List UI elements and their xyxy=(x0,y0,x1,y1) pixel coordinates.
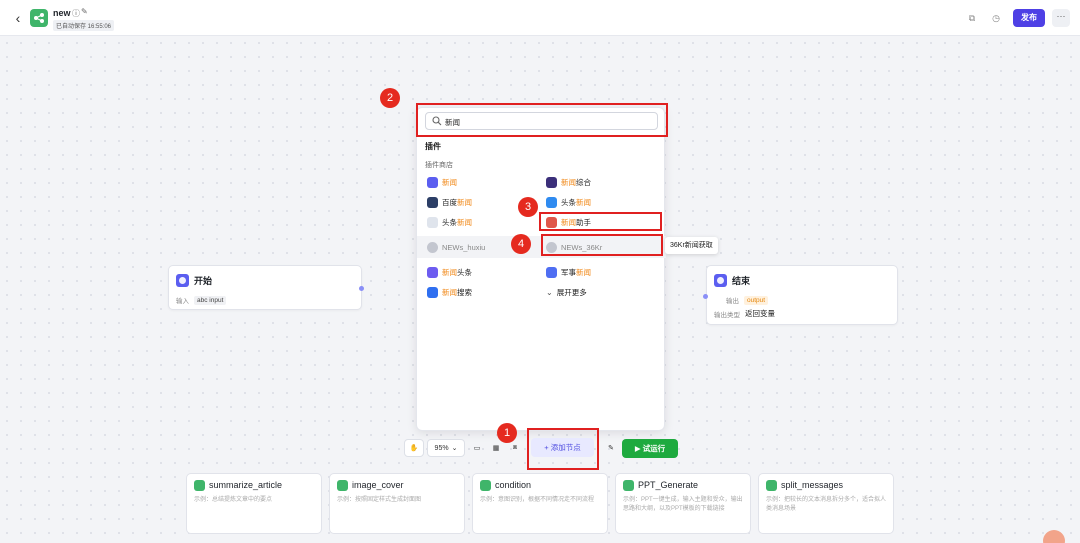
info-icon[interactable]: ⓘ xyxy=(72,8,80,19)
plugin-item[interactable]: 军事 新闻 xyxy=(546,265,591,279)
annotation-badge-2: 2 xyxy=(380,88,400,108)
start-node[interactable]: 开始 输入 abc input xyxy=(168,265,362,310)
workflow-icon xyxy=(766,480,777,491)
template-card[interactable]: split_messages 示例：把较长的文本消息拆分多个，适合拟人类消息场景 xyxy=(758,473,894,534)
plugin-item[interactable]: 新闻 综合 xyxy=(546,175,591,189)
plugin-item[interactable]: 百度 新闻 xyxy=(427,195,472,209)
start-input-label: 输入 xyxy=(176,298,189,305)
workflow-app-icon xyxy=(30,9,48,27)
annotation-badge-4: 4 xyxy=(511,234,531,254)
annotation-box-news-36kr xyxy=(541,234,663,256)
pen-icon[interactable]: ✎ xyxy=(603,439,619,457)
copy-icon[interactable]: ⧉ xyxy=(966,12,978,24)
publish-button[interactable]: 发布 xyxy=(1013,9,1045,27)
plugin-icon xyxy=(546,196,557,208)
chevron-down-icon: ⌄ xyxy=(451,445,458,452)
end-input-port[interactable] xyxy=(703,294,708,299)
plugins-section-title: 插件 xyxy=(425,142,441,151)
template-card[interactable]: summarize_article 示例：总结提炼文章中的要点 xyxy=(186,473,322,534)
history-clock-icon[interactable]: ◷ xyxy=(990,12,1002,24)
workflow-icon xyxy=(480,480,491,491)
start-node-title: 开始 xyxy=(194,275,213,286)
plugin-icon xyxy=(427,176,438,188)
template-card[interactable]: PPT_Generate 示例：PPT一键生成，输入主题和受众，输出思路和大纲，… xyxy=(615,473,751,534)
pointer-mode-button[interactable]: ✋ xyxy=(404,439,424,457)
end-node[interactable]: 结束 输出 output 输出类型 返回变量 xyxy=(706,265,898,325)
end-node-title: 结束 xyxy=(732,275,751,286)
plugin-icon xyxy=(546,176,557,188)
plugin-store-title: 插件商店 xyxy=(425,162,453,169)
zoom-select[interactable]: 95% ⌄ xyxy=(427,439,465,457)
plugin-icon xyxy=(427,286,438,298)
plugin-item[interactable]: 新闻 头条 xyxy=(427,265,472,279)
add-node-panel: 新闻 插件 插件商店 新闻 新闻 综合 百度 新闻 头条 新闻 头条 新闻 新闻 助手 N… xyxy=(416,107,666,431)
top-bar: ‹ new ⓘ ✎ 已自动保存 16:55:06 ⧉ ◷ 发布 ··· xyxy=(0,0,1080,36)
annotation-badge-3: 3 xyxy=(518,197,538,217)
start-node-icon xyxy=(176,273,189,287)
plugin-item[interactable]: 头条 新闻 xyxy=(427,215,472,229)
end-output-type-label: 输出类型 xyxy=(714,311,740,319)
plugin-tooltip: 36Kr新闻获取 xyxy=(665,237,718,254)
more-options-button[interactable]: ··· xyxy=(1052,9,1070,27)
plugin-item[interactable]: 新闻 xyxy=(427,175,457,189)
back-chevron-left-icon[interactable]: ‹ xyxy=(10,10,26,26)
workflow-icon xyxy=(337,480,348,491)
end-node-icon xyxy=(714,273,727,287)
plugin-icon xyxy=(546,266,557,278)
annotation-box-add-node xyxy=(527,428,599,470)
end-output-label: 输出 xyxy=(726,298,739,305)
workflow-icon xyxy=(623,480,634,491)
comment-icon[interactable]: ▭ xyxy=(469,439,485,457)
start-input-tag: abc input xyxy=(194,295,227,305)
plugin-icon xyxy=(427,266,438,278)
workflow-icon xyxy=(194,480,205,491)
annotation-box-search xyxy=(416,103,668,137)
plugin-item[interactable]: 头条 新闻 xyxy=(546,195,591,209)
plugin-item[interactable]: 新闻 搜索 xyxy=(427,285,472,299)
expand-more-button[interactable]: ⌄ 展开更多 xyxy=(546,285,587,299)
template-card[interactable]: image_cover 示例：按照固定样式生成封面图 xyxy=(329,473,465,534)
app-name: new xyxy=(53,8,71,18)
plugin-icon xyxy=(427,196,438,208)
end-output-tag: output xyxy=(744,295,769,305)
plugin-icon xyxy=(427,241,438,253)
annotation-box-news-assistant xyxy=(539,212,662,231)
edit-icon[interactable]: ✎ xyxy=(81,7,88,16)
autosave-status: 已自动保存 16:55:06 xyxy=(53,20,115,31)
annotation-badge-1: 1 xyxy=(497,423,517,443)
test-run-button[interactable]: ▶ 试运行 xyxy=(622,439,678,458)
plugin-icon xyxy=(427,216,438,228)
end-output-type-value: 返回变量 xyxy=(745,309,775,318)
chevron-down-icon: ⌄ xyxy=(546,287,553,297)
template-card[interactable]: condition 示例：意图识别，根据不同情况走不同流程 xyxy=(472,473,608,534)
hand-icon: ✋ xyxy=(409,445,419,452)
zoom-value: 95% xyxy=(434,444,449,452)
start-output-port[interactable] xyxy=(359,286,364,291)
